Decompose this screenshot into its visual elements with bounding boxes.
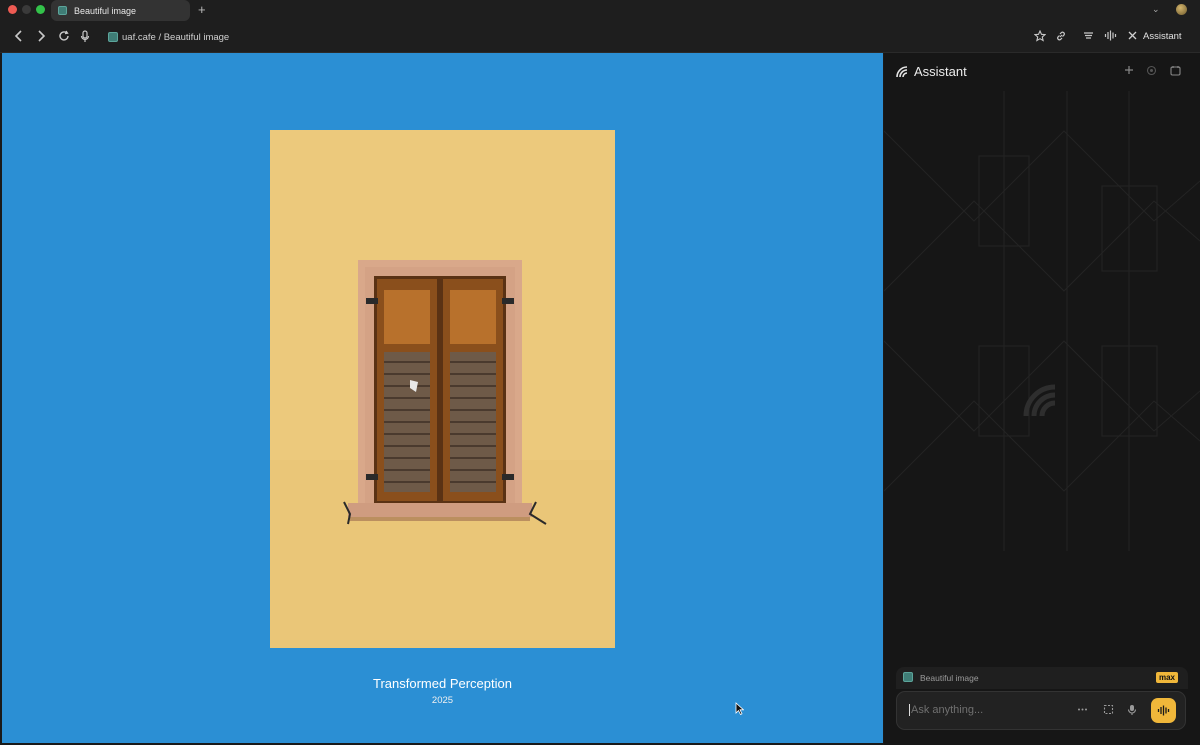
new-tab-button[interactable]: + — [198, 2, 206, 18]
assistant-title: Assistant — [914, 64, 967, 79]
history-icon[interactable] — [1146, 65, 1157, 79]
artwork-image — [270, 130, 615, 648]
assistant-panel: Assistant Beautiful image max — [884, 53, 1200, 745]
forward-icon[interactable] — [36, 30, 46, 46]
browser-tab[interactable]: Beautiful image — [51, 0, 190, 21]
audio-wave-icon[interactable] — [1104, 30, 1117, 45]
screenshot-select-icon[interactable] — [1103, 704, 1114, 718]
artwork-title: Transformed Perception — [373, 676, 512, 691]
tab-favicon-icon — [58, 6, 67, 15]
context-label: Beautiful image — [920, 673, 979, 683]
voice-mode-button[interactable] — [1151, 698, 1176, 723]
tab-title: Beautiful image — [74, 5, 137, 16]
maximize-window-button[interactable] — [36, 5, 45, 14]
star-icon[interactable] — [1033, 29, 1047, 46]
microphone-icon[interactable] — [80, 30, 90, 47]
new-chat-icon[interactable] — [1124, 65, 1134, 78]
close-assistant-icon[interactable] — [1128, 30, 1137, 44]
profile-avatar[interactable] — [1176, 4, 1187, 15]
back-icon[interactable] — [14, 30, 24, 46]
context-favicon-icon — [903, 672, 913, 682]
site-favicon-icon — [108, 32, 118, 42]
reader-mode-icon[interactable] — [1083, 30, 1094, 45]
context-chip[interactable]: Beautiful image max — [896, 667, 1188, 689]
ask-input[interactable] — [909, 704, 1059, 716]
close-window-button[interactable] — [8, 5, 17, 14]
artwork-year: 2025 — [431, 695, 454, 706]
link-icon[interactable] — [1055, 30, 1067, 46]
browser-toolbar: uaf.cafe / Beautiful image Assistant — [0, 22, 1200, 53]
address-bar[interactable]: uaf.cafe / Beautiful image — [122, 32, 229, 43]
assistant-logo-icon — [895, 65, 909, 84]
window-titlebar: Beautiful image + ⌄ — [0, 0, 1200, 22]
minimize-window-button[interactable] — [22, 5, 31, 14]
assistant-toggle-button[interactable]: Assistant — [1143, 31, 1182, 42]
more-options-icon[interactable] — [1077, 704, 1088, 718]
reload-icon[interactable] — [58, 30, 70, 46]
mouse-cursor-icon — [735, 702, 745, 720]
max-badge: max — [1155, 672, 1178, 683]
page-content: Transformed Perception 2025 — [2, 53, 883, 743]
background-pattern — [884, 91, 1200, 551]
assistant-input-box — [896, 691, 1186, 730]
chevron-down-icon[interactable]: ⌄ — [1152, 4, 1160, 15]
assistant-watermark-icon — [1022, 383, 1060, 426]
expand-panel-icon[interactable] — [1170, 65, 1181, 79]
voice-input-microphone-icon[interactable] — [1127, 704, 1137, 719]
